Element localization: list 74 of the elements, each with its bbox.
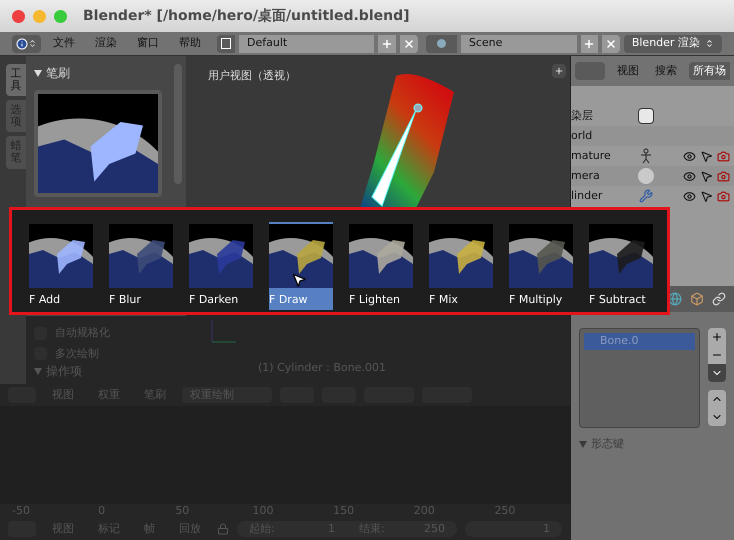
eye-icon[interactable] [683, 170, 696, 182]
menu-item[interactable]: 窗口 [129, 35, 167, 52]
cursor-icon[interactable] [700, 150, 713, 162]
brush-thumbnail [509, 224, 573, 288]
brush-thumbnail [29, 224, 93, 288]
camera-icon[interactable] [717, 150, 730, 162]
panel-title: 笔刷 [46, 65, 70, 82]
lock-icon[interactable] [217, 523, 229, 535]
eye-icon[interactable] [683, 190, 696, 202]
render-engine-dropdown[interactable]: Blender 渲染 [624, 34, 722, 52]
cursor-icon[interactable] [700, 190, 713, 202]
remove-button[interactable] [708, 346, 726, 364]
menu-item[interactable]: 视图 [613, 62, 643, 80]
add-button[interactable] [708, 328, 726, 346]
brush-thumbnail [189, 224, 253, 288]
globe-icon[interactable] [668, 292, 682, 306]
mouse-cursor-icon [291, 272, 307, 288]
scene-field[interactable]: Scene [460, 34, 577, 52]
cube-icon[interactable] [690, 292, 704, 306]
camera-icon[interactable] [717, 170, 730, 182]
panel-title: 形态键 [591, 436, 624, 452]
brush-thumbnail [589, 224, 653, 288]
close-button[interactable] [12, 10, 25, 22]
filter-dropdown[interactable]: 所有场 [689, 62, 730, 80]
wrench-icon [639, 189, 653, 203]
armature-figure-icon [638, 148, 654, 164]
add-view-button[interactable] [552, 64, 566, 78]
brush-preset-item[interactable]: F Blur [109, 222, 173, 310]
brush-preset-item[interactable]: F Draw [269, 222, 333, 310]
close-icon[interactable] [602, 34, 620, 52]
expand-arrow-icon[interactable] [34, 70, 42, 76]
editor-type-button[interactable] [12, 34, 41, 52]
maximize-button[interactable] [54, 10, 67, 22]
brush-thumbnail [429, 224, 493, 288]
menu-item[interactable]: 帮助 [171, 35, 209, 52]
menu-item[interactable]: 搜索 [651, 62, 681, 80]
add-button[interactable] [580, 34, 598, 52]
link-icon[interactable] [712, 292, 726, 306]
window-title: Blender* [/home/hero/桌面/untitled.blend] [83, 6, 410, 26]
brush-preset-item[interactable]: F Darken [189, 222, 253, 310]
view-label: 用户视图（透视） [208, 68, 296, 84]
brush-preset-item[interactable]: F Mix [429, 222, 493, 310]
scene-type-button[interactable] [426, 34, 457, 52]
plus-icon [583, 38, 596, 50]
updown-arrows-icon [705, 39, 714, 48]
move-down-button[interactable] [708, 408, 726, 426]
brush-thumbnail [109, 224, 173, 288]
menu-item[interactable]: 文件 [45, 35, 83, 52]
updown-arrows-icon [28, 39, 37, 48]
outliner-row[interactable]: mera [571, 166, 734, 186]
brush-preview[interactable] [34, 90, 162, 197]
move-up-button[interactable] [708, 390, 726, 408]
vertex-group-item[interactable]: Bone.0 [584, 333, 695, 350]
plus-icon [554, 66, 564, 76]
close-icon[interactable] [400, 34, 418, 52]
cursor-icon[interactable] [700, 170, 713, 182]
brush-thumbnail [349, 224, 413, 288]
menu-arrow-button[interactable] [708, 364, 726, 382]
tool-shelf-tab[interactable]: 工具 [6, 64, 26, 96]
camera-icon[interactable] [717, 190, 730, 202]
brush-preset-item[interactable]: F Lighten [349, 222, 413, 310]
brush-thumbnail [269, 224, 333, 288]
info-icon [16, 38, 28, 50]
brush-preset-item[interactable]: F Multiply [509, 222, 573, 310]
outliner-row[interactable]: orld [571, 126, 734, 146]
plus-icon [381, 38, 394, 50]
layout-type-button[interactable] [217, 34, 235, 52]
eye-icon[interactable] [683, 150, 696, 162]
brush-preset-item[interactable]: F Subtract [589, 222, 653, 310]
layout-field[interactable]: Default [239, 34, 374, 52]
plus-icon [711, 331, 723, 343]
menu-item[interactable]: 渲染 [87, 35, 125, 52]
brush-preset-item[interactable]: F Add [29, 222, 93, 310]
add-button[interactable] [378, 34, 396, 52]
